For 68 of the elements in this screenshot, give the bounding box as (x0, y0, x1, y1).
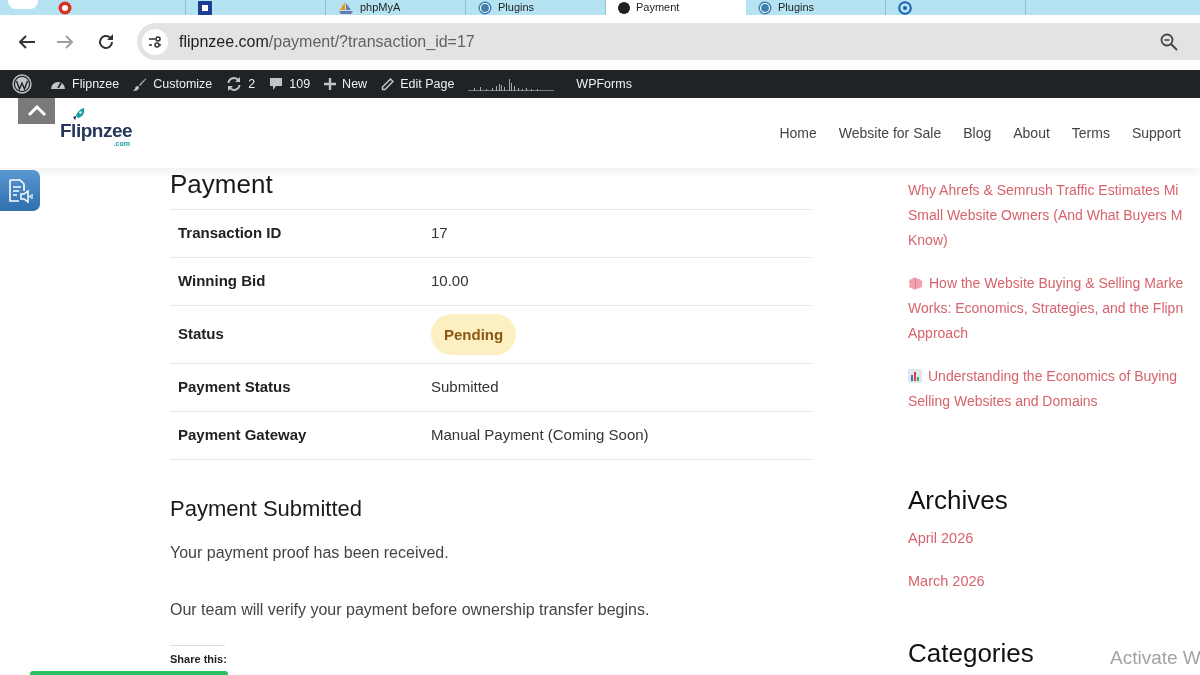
browser-tab[interactable]: Payment (606, 0, 746, 15)
circle-icon (58, 0, 72, 15)
browser-tab[interactable]: phpMyA (326, 0, 466, 15)
widget-heading: Categories (908, 640, 1034, 666)
post-link[interactable]: How the Website Buying & Selling Marke Works: Economics, Strategies, and the Flipn Approach (908, 271, 1200, 346)
plus-icon (324, 78, 337, 90)
ring-icon (898, 0, 912, 15)
detail-value: 17 (423, 209, 812, 258)
widget-heading: Archives (908, 485, 1008, 516)
admin-bar-link[interactable]: Customize (126, 70, 220, 98)
admin-bar-link[interactable]: Flipnzee (43, 70, 127, 98)
sailboat-icon (338, 1, 354, 14)
admin-bar-link[interactable]: WPForms (569, 70, 639, 98)
document-speaker-icon (7, 177, 33, 204)
detail-value: Manual Payment (Coming Soon) (423, 411, 812, 460)
address-bar[interactable]: flipnzee.com/payment/?transaction_id=17 (137, 23, 1200, 60)
chevron-up-icon (26, 105, 47, 117)
admin-bar-link[interactable]: 109 (262, 70, 318, 98)
nav-menu-link[interactable]: Website for Sale (838, 122, 942, 144)
pencil-icon (381, 77, 395, 91)
detail-value: 10.00 (423, 257, 812, 306)
stats-sparkline[interactable] (468, 77, 555, 91)
detail-value: Submitted (423, 363, 812, 412)
post-link[interactable]: Why Ahrefs & Semrush Traffic Estimates Mi Small Website Owners (And What Buyers M Know) (908, 178, 1200, 253)
activation-notice: Activate W (1110, 647, 1200, 669)
archive-link[interactable]: March 2026 (908, 569, 985, 594)
sync-icon (226, 76, 243, 92)
square-icon (198, 0, 212, 15)
browser-tab[interactable]: Plugins (746, 0, 886, 15)
reload-icon (97, 32, 115, 51)
post-link[interactable]: Understanding the Economics of Buying Selling Websites and Domains (908, 364, 1200, 414)
logo-icon (758, 0, 772, 15)
detail-label: Payment Gateway (170, 411, 423, 460)
detail-label: Payment Status (170, 363, 423, 412)
nav-menu-link[interactable]: Support (1131, 122, 1181, 144)
detail-label: Transaction ID (170, 209, 423, 258)
brain-icon (908, 277, 923, 290)
site-settings-icon[interactable] (142, 28, 168, 55)
detail-label: Winning Bid (170, 257, 423, 306)
nav-menu-link[interactable]: Terms (1071, 122, 1110, 144)
paragraph: Our team will verify your payment before ownership transfer begins. (170, 600, 651, 620)
admin-bar-link[interactable]: 2 (219, 70, 263, 98)
rocket-icon (73, 108, 85, 121)
nav-menu-link[interactable]: About (1013, 122, 1050, 144)
admin-bar-link[interactable]: New (317, 70, 375, 98)
scroll-top-button[interactable] (18, 98, 55, 124)
section-heading: Payment Submitted (170, 496, 363, 523)
bar-chart-icon (908, 369, 922, 383)
brush-icon (133, 77, 148, 91)
browser-tab[interactable]: Plugins (466, 0, 606, 15)
page-title: Payment (170, 171, 274, 197)
speech-bubble-icon (269, 77, 284, 91)
nav-menu-link[interactable]: Home (779, 122, 817, 144)
back-arrow-icon (18, 32, 36, 51)
archive-link[interactable]: April 2026 (908, 526, 974, 551)
read-aloud-button[interactable] (0, 170, 40, 211)
url-text: flipnzee.com/payment/?transaction_id=17 (179, 31, 475, 52)
detail-label: Status (170, 305, 423, 364)
admin-bar-link[interactable]: Edit Page (374, 70, 462, 98)
zoom-out-icon[interactable] (1160, 32, 1178, 51)
status-badge: Pending (431, 314, 517, 355)
share-label: Share this: (170, 652, 227, 665)
nav-menu-link[interactable]: Blog (963, 122, 992, 144)
paragraph: Your payment proof has been received. (170, 543, 450, 564)
forward-arrow-icon (56, 32, 74, 51)
logo-icon (478, 0, 492, 15)
circle-icon (618, 1, 630, 14)
logo-icon[interactable] (12, 74, 32, 94)
